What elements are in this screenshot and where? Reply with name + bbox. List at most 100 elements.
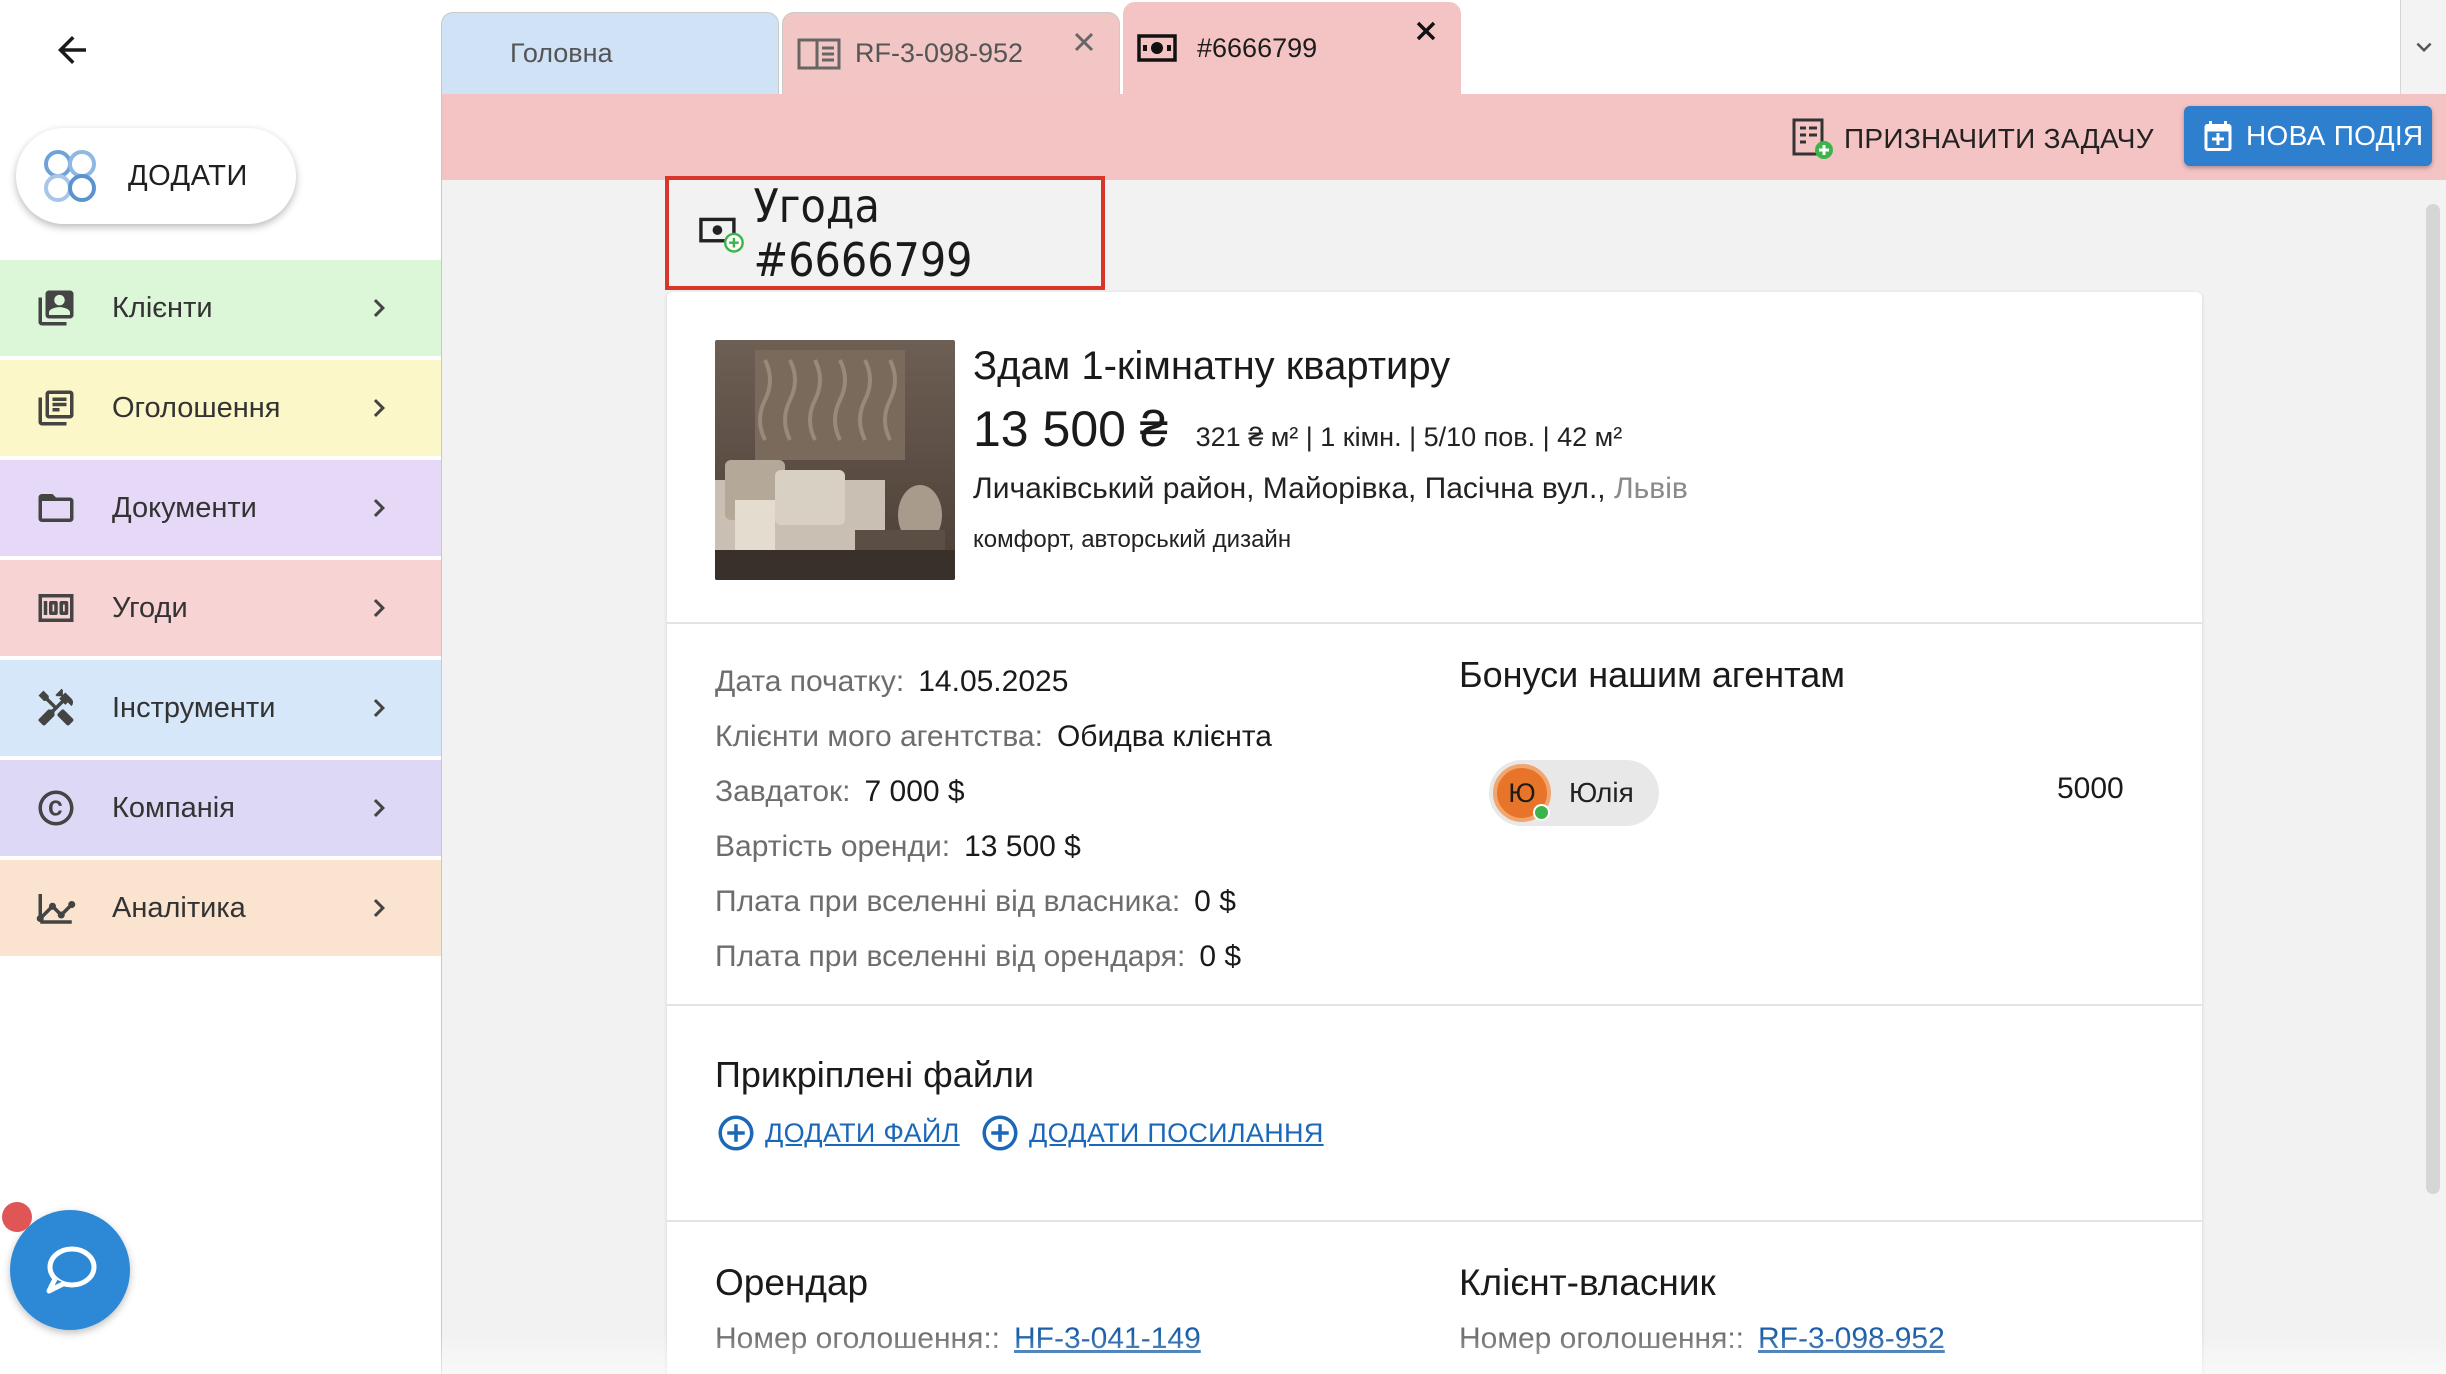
property-meta: 321 ₴ м² | 1 кімн. | 5/10 пов. | 42 м² [1195, 422, 1623, 452]
owner-ad-link[interactable]: RF-3-098-952 [1758, 1322, 1945, 1356]
owner-ad-key: Номер оголошення:: [1459, 1322, 1744, 1355]
assign-task-button[interactable]: ПРИЗНАЧИТИ ЗАДАЧУ [1790, 114, 2154, 164]
sidebar-nav: Клієнти Оголошення Документи Угоди Інстр… [0, 260, 441, 960]
add-link-button[interactable]: ДОДАТИ ПОСИЛАННЯ [979, 1112, 1324, 1154]
sidebar-item-label: Аналітика [112, 891, 246, 924]
add-button[interactable]: ДОДАТИ [16, 128, 296, 224]
add-circle-icon [718, 1115, 754, 1151]
agent-name: Юлія [1569, 777, 1634, 808]
scrollbar[interactable] [2426, 204, 2440, 1194]
chevron-right-icon [373, 899, 385, 917]
info-value: 13 500 $ [964, 829, 1081, 863]
property-photo[interactable] [715, 340, 955, 580]
chat-bubble-icon [46, 1246, 97, 1294]
sidebar-item-label: Документи [112, 491, 257, 524]
tab-listing[interactable]: RF-3-098-952 [782, 12, 1120, 94]
tab-label: #6666799 [1197, 32, 1318, 63]
main-content: Угода #6666799 Здам 1-кімнатну квартиру … [441, 176, 2446, 1374]
close-icon[interactable] [1069, 27, 1099, 57]
tab-deal[interactable]: #6666799 [1123, 2, 1461, 94]
sidebar: ДОДАТИ Клієнти Оголошення Документи Угод… [0, 0, 441, 1374]
property-address-street: Личаківський район, Майорівка, Пасічна в… [973, 472, 1606, 505]
listing-icon [34, 386, 78, 430]
info-row-clients: Клієнти мого агентства: Обидва клієнта [715, 709, 1272, 764]
files-title: Прикріплені файли [715, 1054, 1035, 1095]
tab-label: Головна [510, 38, 613, 68]
property-address-city: Львів [1613, 472, 1688, 505]
chevron-right-icon [373, 599, 385, 617]
assign-task-label: ПРИЗНАЧИТИ ЗАДАЧУ [1844, 123, 2154, 154]
sidebar-item-deals[interactable]: Угоди [0, 560, 441, 656]
property-price: 13 500 ₴ [973, 401, 1168, 457]
add-logo-icon [44, 150, 96, 202]
property-price-row: 13 500 ₴ 321 ₴ м² | 1 кімн. | 5/10 пов. … [973, 400, 1622, 458]
chat-button[interactable] [10, 1210, 130, 1330]
sidebar-item-clients[interactable]: Клієнти [0, 260, 441, 356]
info-row-tenant-fee: Плата при вселенні від орендаря: 0 $ [715, 929, 1272, 984]
info-key: Вартість оренди: [715, 829, 951, 863]
info-value: 7 000 $ [864, 774, 965, 808]
info-value: 0 $ [1199, 939, 1242, 973]
tenant-ad-link[interactable]: HF-3-041-149 [1014, 1322, 1201, 1356]
info-row-deposit: Завдаток: 7 000 $ [715, 764, 1272, 819]
chevron-right-icon [373, 799, 385, 817]
sidebar-item-label: Інструменти [112, 691, 276, 724]
add-file-label: ДОДАТИ ФАЙЛ [765, 1117, 960, 1148]
analytics-icon [34, 886, 78, 930]
add-file-button[interactable]: ДОДАТИ ФАЙЛ [715, 1112, 960, 1154]
owner-ad-row: Номер оголошення:: RF-3-098-952 [1459, 1322, 1945, 1356]
tab-home[interactable]: Головна [441, 12, 779, 94]
tenant-ad-row: Номер оголошення:: HF-3-041-149 [715, 1322, 1201, 1356]
tenant-ad-key: Номер оголошення:: [715, 1322, 1000, 1355]
sidebar-item-tools[interactable]: Інструменти [0, 660, 441, 756]
tools-icon [34, 686, 78, 730]
info-key: Плата при вселенні від власника: [715, 884, 1181, 918]
property-description: комфорт, авторський дизайн [973, 526, 1292, 553]
chevron-down-icon [2416, 42, 2431, 52]
avatar: Ю [1493, 764, 1551, 822]
divider [667, 1220, 2202, 1222]
money-icon [1137, 34, 1177, 62]
tenant-title: Орендар [715, 1262, 869, 1303]
notification-dot [2, 1202, 32, 1232]
sidebar-item-label: Компанія [112, 791, 235, 824]
info-row-start-date: Дата початку: 14.05.2025 [715, 654, 1272, 709]
bonuses-title: Бонуси нашим агентам [1459, 654, 1845, 695]
arrow-left-icon [58, 36, 86, 64]
info-row-owner-fee: Плата при вселенні від власника: 0 $ [715, 874, 1272, 929]
sidebar-item-label: Оголошення [112, 391, 281, 424]
close-icon[interactable] [1411, 16, 1441, 46]
tabs-menu-button[interactable] [2400, 0, 2446, 94]
deal-add-icon [699, 217, 744, 253]
chevron-right-icon [373, 699, 385, 717]
chevron-right-icon [373, 499, 385, 517]
new-event-label: НОВА ПОДІЯ [2246, 120, 2424, 151]
info-key: Клієнти мого агентства: [715, 719, 1043, 753]
info-row-rent-price: Вартість оренди: 13 500 $ [715, 819, 1272, 874]
folder-icon [34, 486, 78, 530]
info-key: Плата при вселенні від орендаря: [715, 939, 1186, 973]
calendar-add-icon [2204, 121, 2232, 151]
divider [667, 1004, 2202, 1006]
money-icon [34, 586, 78, 630]
sidebar-item-documents[interactable]: Документи [0, 460, 441, 556]
back-button[interactable] [44, 22, 100, 78]
add-button-label: ДОДАТИ [128, 159, 248, 192]
property-title[interactable]: Здам 1-кімнатну квартиру [973, 344, 1450, 389]
chevron-right-icon [373, 399, 385, 417]
deal-title: Угода #6666799 [753, 179, 973, 287]
task-add-icon [1792, 118, 1833, 159]
contacts-icon [34, 286, 78, 330]
add-circle-icon [982, 1115, 1018, 1151]
deal-info-list: Дата початку: 14.05.2025 Клієнти мого аг… [715, 654, 1272, 984]
avatar-initial: Ю [1508, 777, 1536, 808]
sidebar-item-company[interactable]: Компанія [0, 760, 441, 856]
tab-bar: Головна RF-3-098-952 #6666799 [441, 0, 2446, 94]
property-address: Личаківський район, Майорівка, Пасічна в… [973, 472, 1688, 506]
sidebar-item-listings[interactable]: Оголошення [0, 360, 441, 456]
new-event-button[interactable]: НОВА ПОДІЯ [2184, 106, 2432, 166]
sidebar-item-analytics[interactable]: Аналітика [0, 860, 441, 956]
agent-chip[interactable]: Ю Юлія [1489, 760, 1659, 826]
tab-label: RF-3-098-952 [855, 38, 1024, 68]
online-status-dot [1533, 804, 1550, 821]
